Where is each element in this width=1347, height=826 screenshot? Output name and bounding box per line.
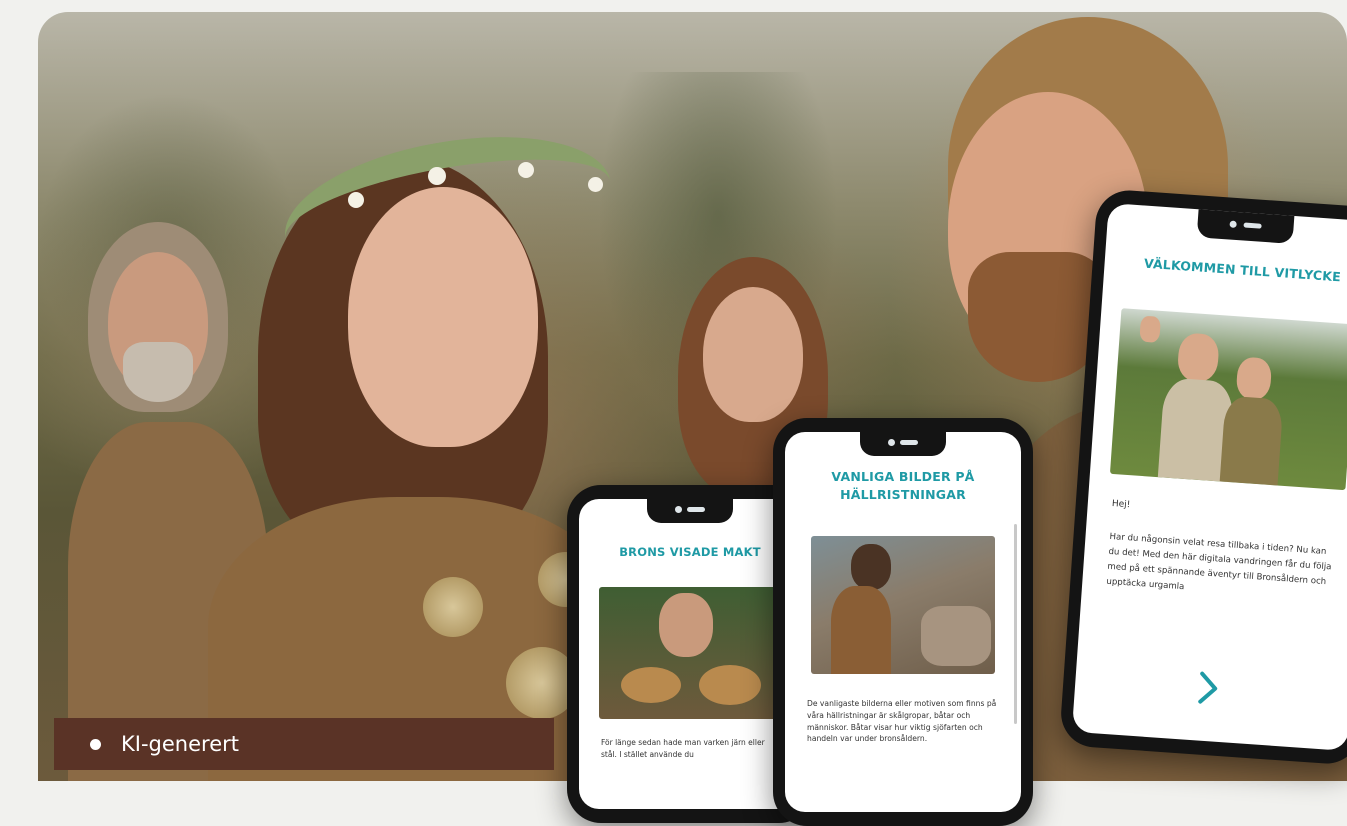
necklace-pendant — [423, 577, 483, 637]
phone-mockup-middle: VANLIGA BILDER PÅ HÄLLRISTNINGAR De vanl… — [773, 418, 1033, 826]
phone-screen: VANLIGA BILDER PÅ HÄLLRISTNINGAR De vanl… — [785, 432, 1021, 812]
phone-image-waving-people — [1109, 308, 1347, 491]
phone-title: VANLIGA BILDER PÅ HÄLLRISTNINGAR — [831, 469, 975, 503]
phone-title: BRONS VISADE MAKT — [619, 545, 761, 559]
phone-notch — [860, 432, 946, 456]
phone-body-text: De vanligaste bilderna eller motiven som… — [807, 699, 997, 744]
phone-body-text: För länge sedan hade man varken järn ell… — [601, 738, 765, 759]
phone-notch — [647, 499, 733, 523]
phone-mockup-large: VÄLKOMMEN TILL VITLYCKE Hej! Har du någo… — [1058, 188, 1347, 766]
phone-image-rock-carving — [811, 536, 995, 674]
phone-body-text: Har du någonsin velat resa tillbaka i ti… — [1106, 531, 1332, 593]
phone-notch — [1196, 207, 1295, 244]
phone-image-bronze-bowls — [599, 587, 777, 719]
chevron-right-icon[interactable] — [1192, 668, 1225, 708]
bullet-dot-icon — [90, 738, 101, 750]
badge-label: KI-generert — [121, 732, 239, 756]
phone-greeting: Hej! — [1111, 498, 1131, 511]
scrollbar[interactable] — [1014, 524, 1017, 724]
phone-screen: BRONS VISADE MAKT För länge sedan hade m… — [579, 499, 801, 809]
phone-screen: VÄLKOMMEN TILL VITLYCKE Hej! Har du någo… — [1071, 203, 1347, 751]
ai-generated-badge: KI-generert — [54, 718, 554, 770]
phone-title: VÄLKOMMEN TILL VITLYCKE — [1143, 255, 1342, 285]
